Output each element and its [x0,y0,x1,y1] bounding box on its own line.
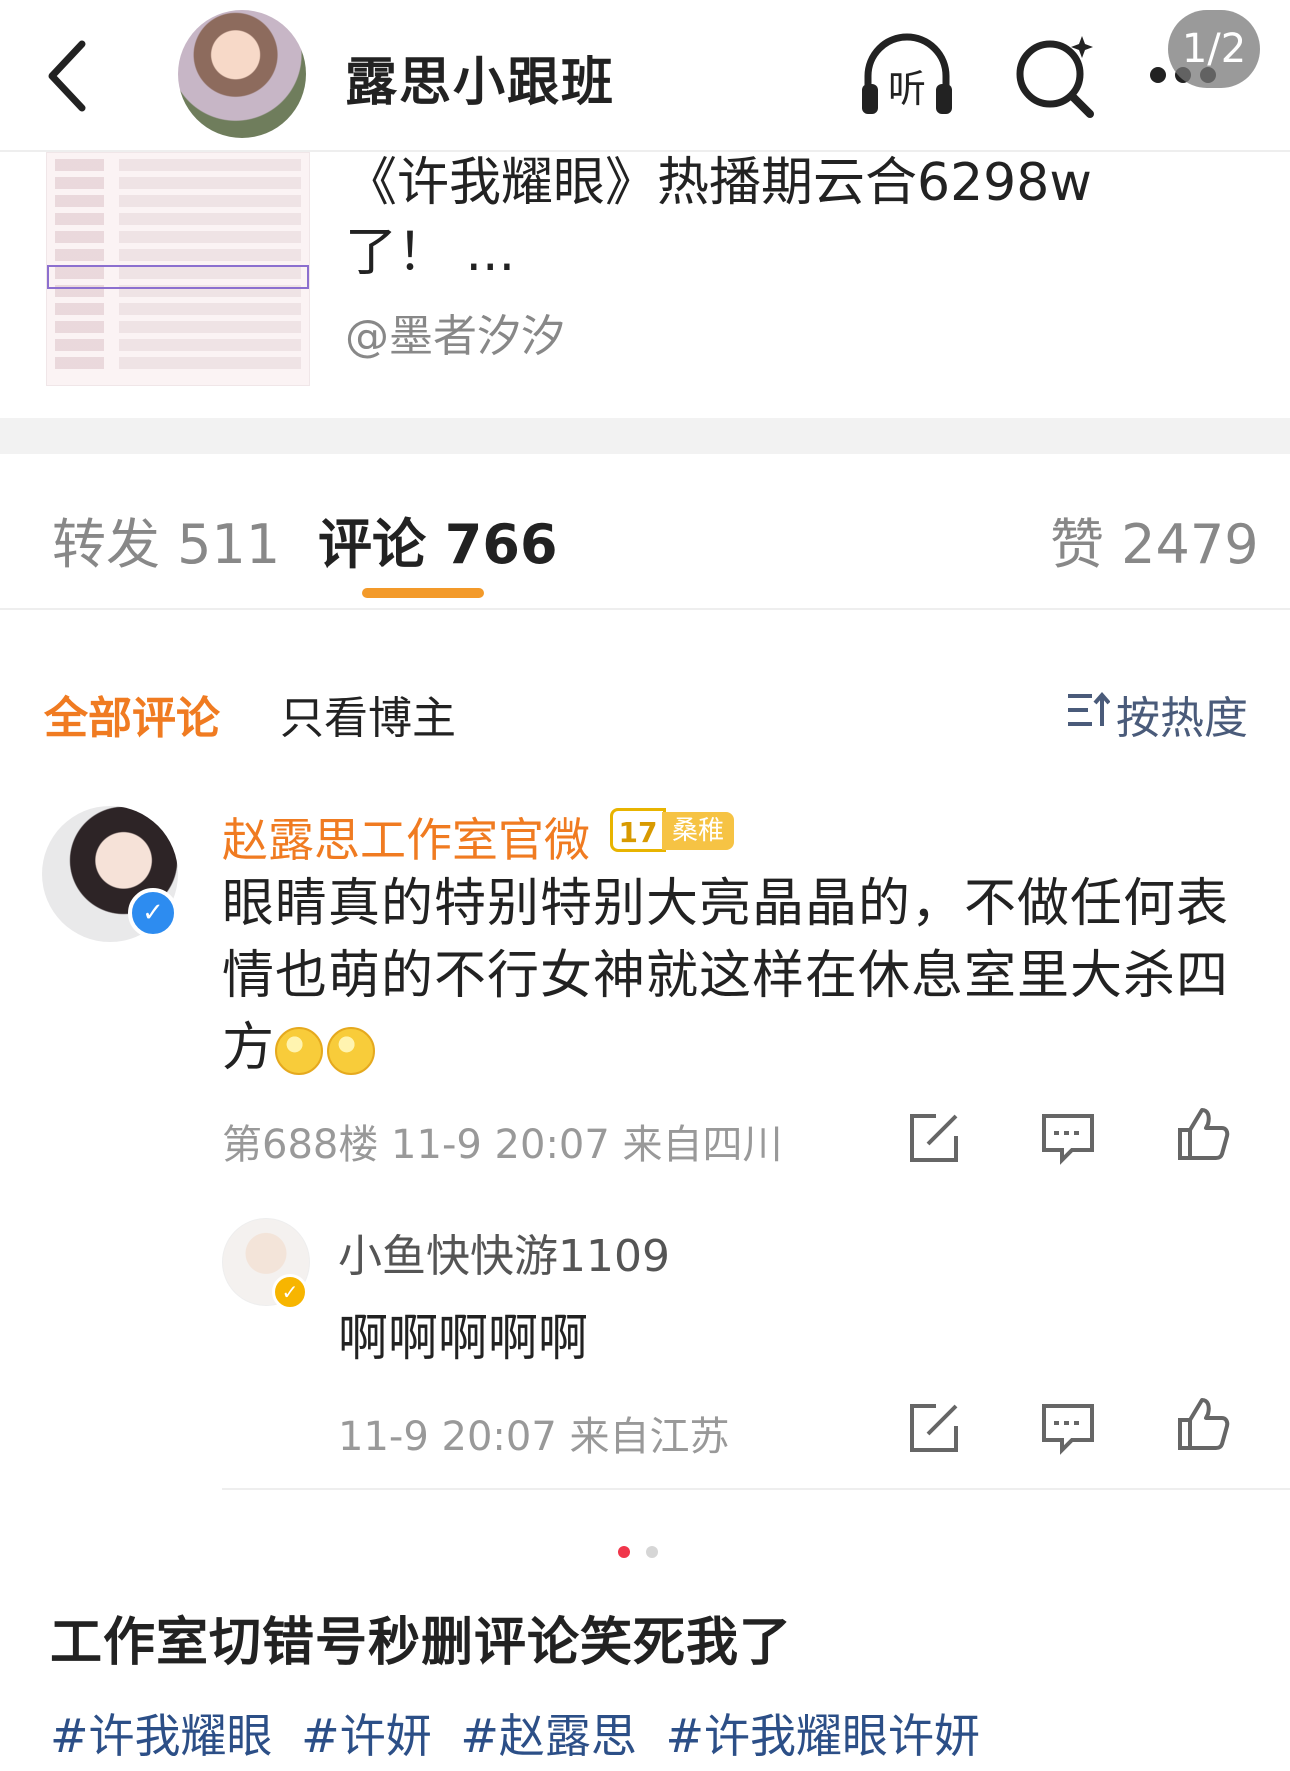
level-badge: 17 [610,808,666,852]
comment-meta: 第688楼 11-9 20:07 来自四川 [222,1122,783,1168]
post-caption: 工作室切错号秒删评论笑死我了 [50,1613,793,1673]
back-icon[interactable] [40,38,100,114]
tab-like[interactable]: 赞 2479 [1050,500,1259,579]
hashtag[interactable]: #许我耀眼 [50,1709,273,1763]
repost-thumbnail[interactable] [46,152,310,386]
filter-all-comments[interactable]: 全部评论 [44,682,220,746]
repost-text[interactable]: 《许我耀眼》热播期云合6298w了！ ... [345,148,1165,288]
smile-emoji-icon [275,1027,324,1075]
reply-icon[interactable] [1040,1110,1096,1166]
tabs-divider [0,608,1290,610]
repost-author[interactable]: @墨者汐汐 [345,300,565,364]
sort-icon[interactable] [1066,690,1110,730]
smile-emoji-icon [327,1027,376,1075]
section-divider [0,418,1290,454]
hashtag-list: #许我耀眼 #许妍 #赵露思 #许我耀眼许妍 [50,1700,994,1766]
like-icon[interactable] [1174,1106,1230,1162]
reply-meta: 11-9 20:07 来自江苏 [338,1414,730,1460]
reply-username[interactable]: 小鱼快快游1109 [338,1220,670,1284]
verified-icon: ✓ [128,888,178,938]
carousel-dot-active[interactable] [618,1546,630,1558]
commenter-name[interactable]: 赵露思工作室官微 [222,804,590,870]
listen-icon[interactable]: 听 [858,30,956,120]
avatar[interactable] [178,10,306,138]
like-icon[interactable] [1174,1396,1230,1452]
listen-label: 听 [888,67,926,111]
search-icon[interactable] [1010,30,1100,120]
page-indicator: 1/2 [1168,10,1260,88]
hashtag[interactable]: #许妍 [301,1709,432,1763]
share-icon[interactable] [906,1110,962,1166]
comment-text: 眼睛真的特别特别大亮晶晶的，不做任何表情也萌的不行女神就这样在休息室里大杀四方 [222,874,1230,1078]
share-icon[interactable] [906,1400,962,1456]
reply-divider [222,1488,1290,1490]
carousel-dot[interactable] [646,1546,658,1558]
tab-repost[interactable]: 转发 511 [52,500,280,579]
tab-comment[interactable]: 评论 766 [318,500,558,579]
filter-owner-only[interactable]: 只看博主 [280,682,456,746]
hashtag[interactable]: #赵露思 [460,1709,637,1763]
page-title: 露思小跟班 [345,53,616,113]
tab-active-indicator [362,588,484,598]
hashtag[interactable]: #许我耀眼许妍 [666,1709,981,1763]
reply-icon[interactable] [1040,1400,1096,1456]
level-tag: 桑稚 [662,812,734,850]
reply-text: 啊啊啊啊啊 [338,1309,588,1367]
sort-by-hot[interactable]: 按热度 [1116,682,1248,746]
verified-icon: ✓ [272,1274,308,1310]
